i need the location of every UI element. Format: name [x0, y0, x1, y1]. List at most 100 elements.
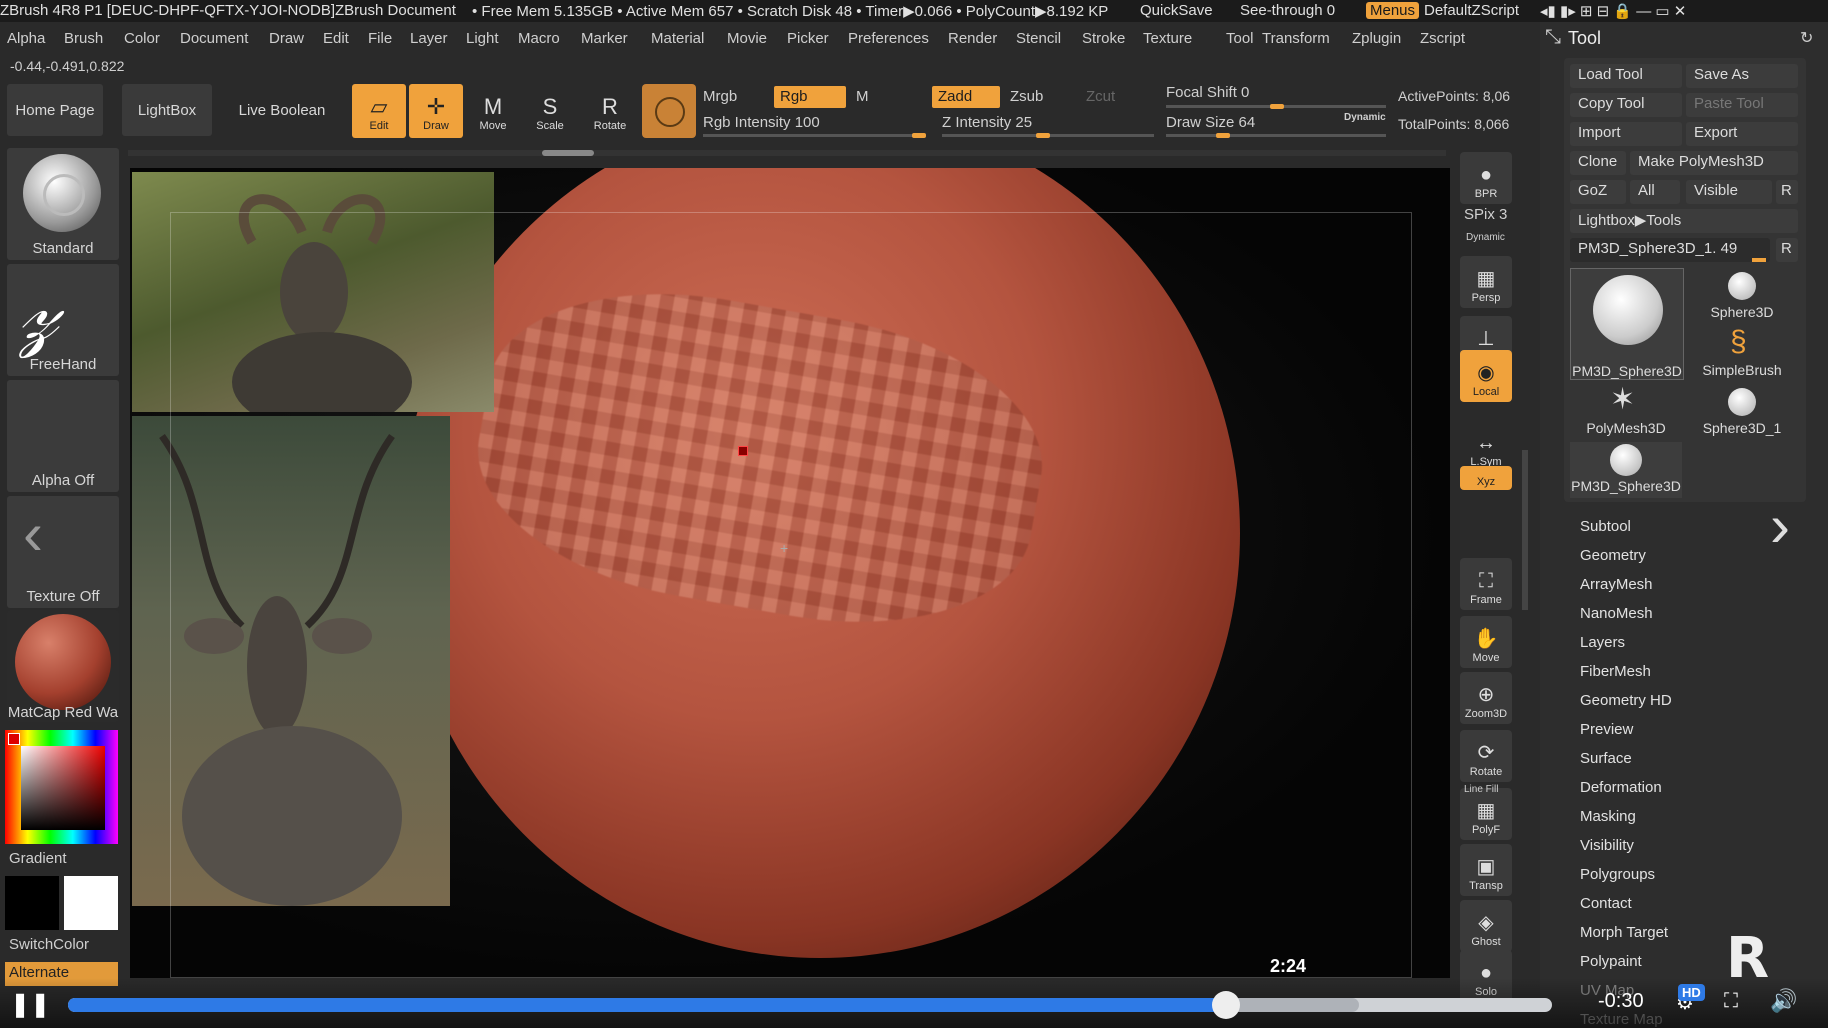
zadd-toggle[interactable]: Zadd: [932, 86, 1000, 108]
shelf-btn-transp[interactable]: ▣ Transp: [1460, 844, 1512, 896]
subpalette-deformation[interactable]: Deformation: [1580, 779, 1662, 796]
subpalette-subtool[interactable]: Subtool: [1580, 518, 1631, 535]
shelf-scrollbar[interactable]: [128, 150, 1446, 156]
current-tool-knob[interactable]: [1752, 258, 1766, 262]
menu-edit[interactable]: Edit: [323, 30, 349, 47]
menu-brush[interactable]: Brush: [64, 30, 103, 47]
menu-file[interactable]: File: [368, 30, 392, 47]
rotate-button[interactable]: R Rotate: [583, 84, 637, 138]
menus-button[interactable]: Menus: [1366, 2, 1420, 19]
tool-thumb-simplebrush[interactable]: § SimpleBrush: [1686, 326, 1798, 382]
spix-slider[interactable]: SPix 3: [1464, 206, 1507, 223]
focal-shift-knob[interactable]: [1270, 104, 1284, 109]
shelf-btn-rotate[interactable]: ⟳ Rotate: [1460, 730, 1512, 782]
color-picker[interactable]: [5, 730, 118, 844]
menu-zscript[interactable]: Zscript: [1420, 30, 1465, 47]
zcut-toggle[interactable]: Zcut: [1086, 88, 1115, 105]
pin-icon[interactable]: ⤡: [1545, 26, 1561, 49]
shelf-btn-xyz[interactable]: Xyz: [1460, 466, 1512, 490]
menu-stencil[interactable]: Stencil: [1016, 30, 1061, 47]
tool-thumb-pm3d-sphere[interactable]: PM3D_Sphere3D: [1570, 268, 1684, 380]
dynamic-toggle[interactable]: Dynamic: [1344, 112, 1386, 123]
shelf-btn-persp[interactable]: ▦ Persp: [1460, 256, 1512, 308]
lightbox-button[interactable]: LightBox: [122, 84, 212, 136]
live-boolean-button[interactable]: Live Boolean: [232, 84, 332, 136]
edit-button[interactable]: ▱ Edit: [352, 84, 406, 138]
volume-icon[interactable]: 🔊: [1770, 988, 1797, 1014]
mrgb-toggle[interactable]: Mrgb: [703, 88, 737, 105]
subpalette-masking[interactable]: Masking: [1580, 808, 1636, 825]
subpalette-polypaint[interactable]: Polypaint: [1580, 953, 1642, 970]
primary-color-swatch[interactable]: [5, 876, 59, 930]
secondary-color-swatch[interactable]: [64, 876, 118, 930]
color-saturation-square[interactable]: [21, 746, 105, 830]
import-button[interactable]: Import: [1570, 122, 1682, 146]
m-toggle[interactable]: M: [856, 88, 869, 105]
zsub-toggle[interactable]: Zsub: [1010, 88, 1043, 105]
menu-material[interactable]: Material: [651, 30, 704, 47]
shelf-btn-frame[interactable]: ⛶ Frame: [1460, 558, 1512, 610]
shelf-vertical-scrollbar[interactable]: [1522, 450, 1528, 610]
shelf-scroll-thumb[interactable]: [542, 150, 594, 156]
tool-thumb-sphere3d[interactable]: Sphere3D: [1686, 268, 1798, 324]
subpalette-polygroups[interactable]: Polygroups: [1580, 866, 1655, 883]
shelf-btn-l-sym[interactable]: ↔ L.Sym: [1460, 420, 1512, 472]
menu-document[interactable]: Document: [180, 30, 248, 47]
tool-thumb-sphere3d-1[interactable]: Sphere3D_1: [1686, 384, 1798, 440]
save-as-button[interactable]: Save As: [1686, 64, 1798, 88]
menu-transform[interactable]: Transform: [1262, 30, 1330, 47]
rgb-intensity-knob[interactable]: [912, 133, 926, 138]
menu-draw[interactable]: Draw: [269, 30, 304, 47]
default-zscript-button[interactable]: DefaultZScript: [1424, 2, 1519, 19]
shelf-btn-zoom3d[interactable]: ⊕ Zoom3D: [1460, 672, 1512, 724]
see-through-slider[interactable]: See-through 0: [1240, 2, 1335, 19]
rgb-toggle[interactable]: Rgb: [774, 86, 846, 108]
menu-texture[interactable]: Texture: [1143, 30, 1192, 47]
current-tool-r-button[interactable]: R: [1776, 238, 1798, 262]
export-button[interactable]: Export: [1686, 122, 1798, 146]
lightbox-tools-button[interactable]: Lightbox▶Tools: [1570, 209, 1798, 233]
subpalette-geometry[interactable]: Geometry: [1580, 547, 1646, 564]
quicksave-button[interactable]: QuickSave: [1140, 2, 1213, 19]
subpalette-geometry-hd[interactable]: Geometry HD: [1580, 692, 1672, 709]
menu-alpha[interactable]: Alpha: [7, 30, 45, 47]
menu-tool[interactable]: Tool: [1226, 30, 1254, 47]
goz-all-button[interactable]: All: [1630, 180, 1680, 204]
goz-r-button[interactable]: R: [1776, 180, 1798, 204]
move-button[interactable]: M Move: [466, 84, 520, 138]
canvas-viewport[interactable]: +: [130, 168, 1450, 978]
current-tool-slider[interactable]: PM3D_Sphere3D_1. 49: [1570, 238, 1770, 262]
subpalette-surface[interactable]: Surface: [1580, 750, 1632, 767]
tool-thumb-pm3d-sphere-2[interactable]: PM3D_Sphere3D: [1570, 442, 1682, 498]
menu-marker[interactable]: Marker: [581, 30, 628, 47]
z-intensity-slider[interactable]: Z Intensity 25: [942, 114, 1032, 131]
gradient-toggle[interactable]: Gradient: [9, 850, 67, 867]
subpalette-layers[interactable]: Layers: [1580, 634, 1625, 651]
menu-color[interactable]: Color: [124, 30, 160, 47]
chevron-right-icon[interactable]: ›: [1770, 496, 1790, 556]
tool-thumb-polymesh3d[interactable]: ✶ PolyMesh3D: [1570, 384, 1682, 440]
menu-stroke[interactable]: Stroke: [1082, 30, 1125, 47]
shelf-btn-bpr[interactable]: ● BPR: [1460, 152, 1512, 204]
refresh-icon[interactable]: ↻: [1800, 28, 1813, 48]
goz-button[interactable]: GoZ: [1570, 180, 1626, 204]
menu-preferences[interactable]: Preferences: [848, 30, 929, 47]
copy-tool-button[interactable]: Copy Tool: [1570, 93, 1682, 117]
shelf-btn-ghost[interactable]: ◈ Ghost: [1460, 900, 1512, 952]
menu-zplugin[interactable]: Zplugin: [1352, 30, 1401, 47]
menu-macro[interactable]: Macro: [518, 30, 560, 47]
shelf-btn-local[interactable]: ◉ Local: [1460, 350, 1512, 402]
menu-light[interactable]: Light: [466, 30, 499, 47]
subpalette-contact[interactable]: Contact: [1580, 895, 1632, 912]
fullscreen-icon[interactable]: ⛶: [1724, 990, 1738, 1013]
switch-color-button[interactable]: SwitchColor: [9, 936, 89, 953]
rgb-intensity-slider[interactable]: Rgb Intensity 100: [703, 114, 820, 131]
subpalette-visibility[interactable]: Visibility: [1580, 837, 1634, 854]
paste-tool-button[interactable]: Paste Tool: [1686, 93, 1798, 117]
scale-button[interactable]: S Scale: [523, 84, 577, 138]
home-page-button[interactable]: Home Page: [7, 84, 103, 136]
menu-picker[interactable]: Picker: [787, 30, 829, 47]
subpalette-nanomesh[interactable]: NanoMesh: [1580, 605, 1653, 622]
goz-visible-button[interactable]: Visible: [1686, 180, 1772, 204]
z-intensity-knob[interactable]: [1036, 133, 1050, 138]
